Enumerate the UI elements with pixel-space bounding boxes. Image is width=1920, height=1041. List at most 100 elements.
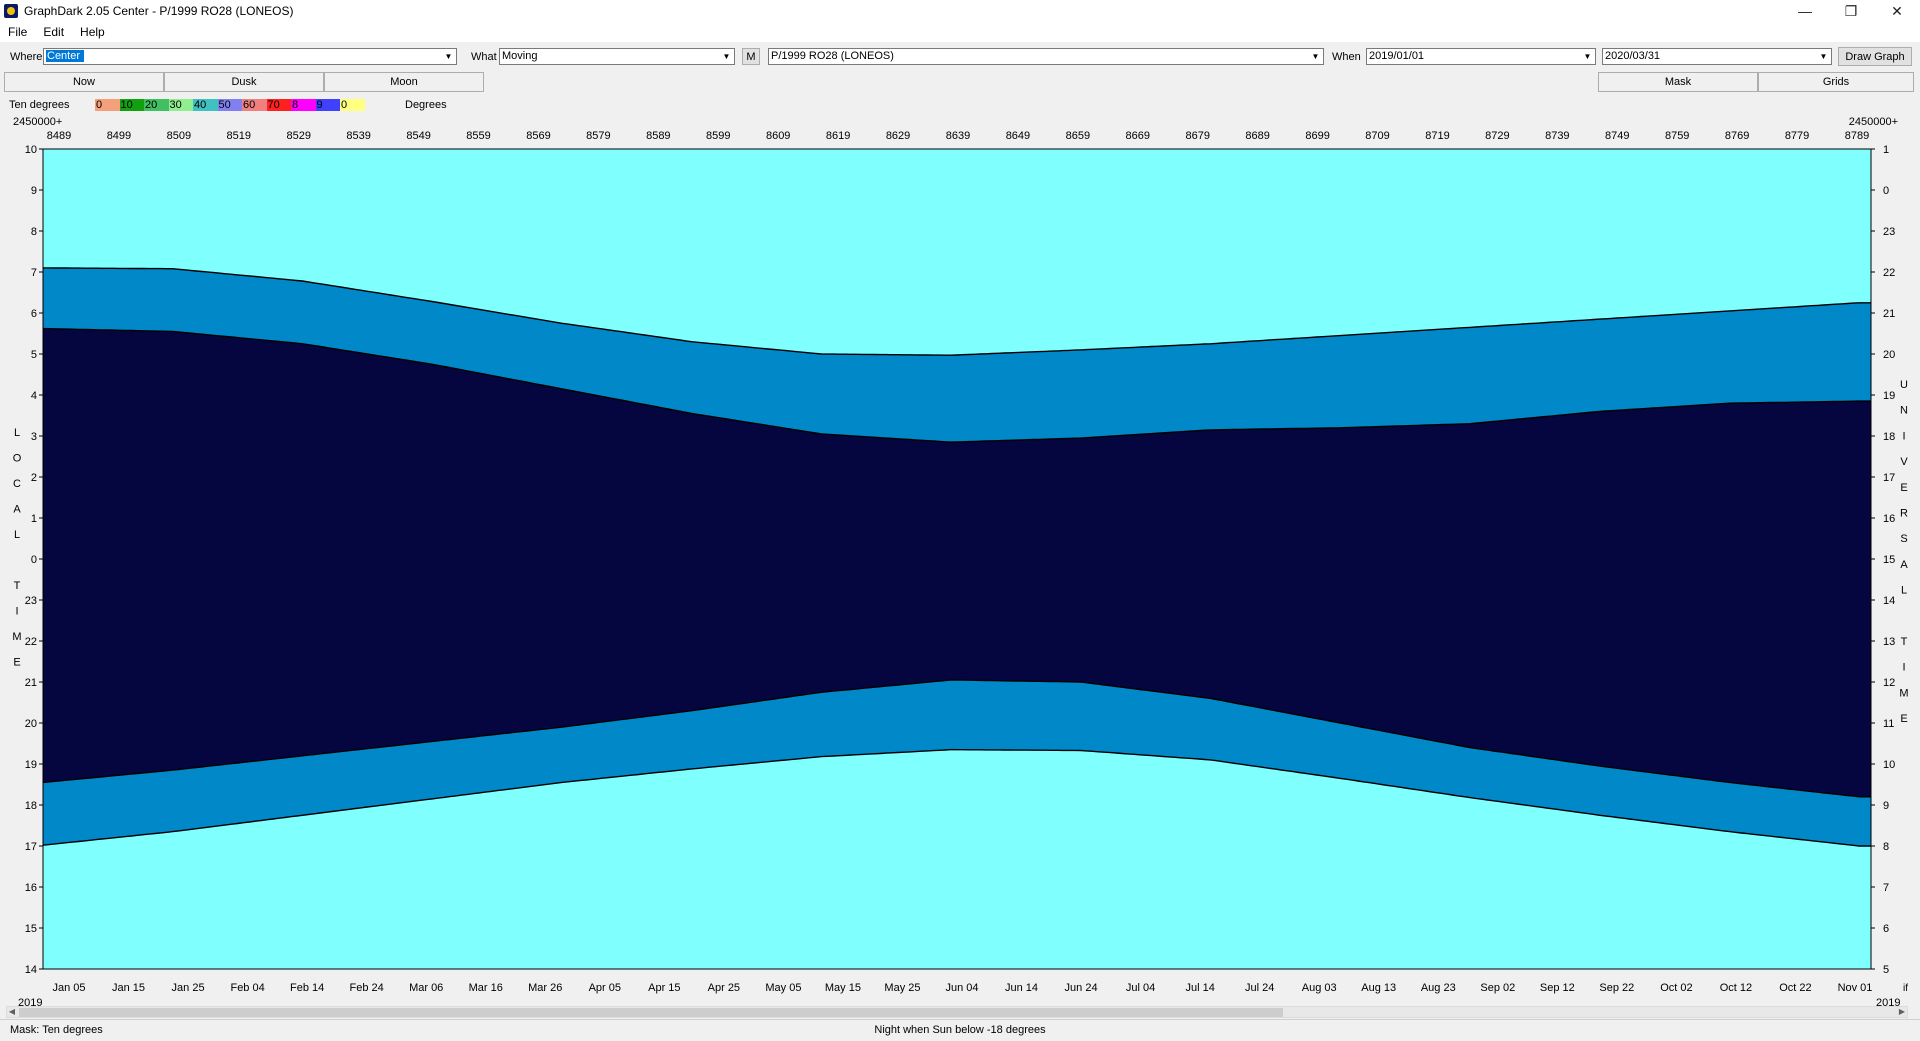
start-date-value: 2019/01/01: [1369, 50, 1425, 62]
date-tick-label: Aug 23: [1421, 982, 1456, 994]
local-time-axis-letter: C: [13, 478, 21, 490]
local-time-tick: 23: [25, 595, 37, 607]
ut-axis-letter: V: [1900, 456, 1908, 468]
date-tick-label: Apr 25: [708, 982, 740, 994]
legend-stop: 70: [266, 99, 291, 111]
jd-tick-label: 8539: [346, 130, 370, 142]
local-time-tick: 5: [31, 349, 37, 361]
local-time-tick: 0: [31, 554, 37, 566]
end-date-select[interactable]: 2020/03/31 ▼: [1602, 48, 1832, 65]
ut-axis-letter: I: [1902, 430, 1905, 442]
scrollbar-thumb[interactable]: [19, 1008, 1283, 1017]
start-date-select[interactable]: 2019/01/01 ▼: [1366, 48, 1596, 65]
jd-tick-label: 8729: [1485, 130, 1509, 142]
universal-time-tick: 16: [1883, 513, 1895, 525]
ut-axis-letter: M: [1899, 687, 1908, 699]
grids-button[interactable]: Grids: [1758, 72, 1914, 92]
moon-button[interactable]: Moon: [324, 72, 484, 92]
visibility-graph: 8489 8499 8509 8519 8529 8539 8549 8559 8569 8579…: [0, 114, 1920, 1010]
local-time-tick: 4: [31, 390, 37, 402]
jd-tick-label: 8749: [1605, 130, 1629, 142]
jd-tick-label: 8719: [1425, 130, 1449, 142]
local-time-axis-letter: L: [14, 529, 20, 541]
draw-graph-button[interactable]: Draw Graph: [1838, 47, 1912, 66]
date-tick-label: Jun 04: [945, 982, 978, 994]
local-time-axis-letter: T: [14, 580, 21, 592]
date-tick-label: May 25: [884, 982, 920, 994]
local-time-tick: 18: [25, 800, 37, 812]
app-icon: [4, 4, 18, 18]
local-time-tick: 20: [25, 718, 37, 730]
chevron-down-icon[interactable]: ▼: [1580, 49, 1595, 64]
ut-axis-letter: A: [1900, 559, 1908, 571]
menu-file[interactable]: File: [0, 25, 35, 39]
chevron-down-icon[interactable]: ▼: [1816, 49, 1831, 64]
local-time-axis-letter: O: [13, 453, 22, 465]
universal-time-tick: 0: [1883, 185, 1889, 197]
universal-time-tick: 11: [1883, 718, 1894, 730]
legend-label: Ten degrees: [9, 99, 70, 111]
universal-time-tick: 6: [1883, 923, 1889, 935]
status-bar: Mask: Ten degrees Night when Sun below -…: [0, 1019, 1920, 1041]
jd-tick-label: 8559: [466, 130, 490, 142]
jd-tick-label: 8499: [107, 130, 131, 142]
where-value: Center: [46, 50, 85, 62]
jd-tick-label: 8569: [526, 130, 550, 142]
legend-stop: 8: [291, 99, 316, 111]
chevron-down-icon[interactable]: ▼: [1308, 49, 1323, 64]
m-button[interactable]: M: [742, 48, 760, 65]
universal-time-tick: 13: [1883, 636, 1895, 648]
legend-stop: 0: [95, 99, 120, 111]
date-tick-label: Feb 14: [290, 982, 324, 994]
universal-time-tick: 14: [1883, 595, 1895, 607]
universal-time-tick: 19: [1883, 390, 1895, 402]
local-time-tick: 21: [25, 677, 37, 689]
chevron-down-icon[interactable]: ▼: [441, 49, 456, 64]
jd-tick-label: 8789: [1845, 130, 1869, 142]
universal-time-tick: 7: [1883, 882, 1889, 894]
legend-stop: 10: [119, 99, 144, 111]
date-tick-label: Jan 15: [112, 982, 145, 994]
legend-units: Degrees: [405, 99, 447, 111]
scroll-right-icon[interactable]: ▶: [1897, 1007, 1907, 1017]
date-tick-label: Sep 12: [1540, 982, 1575, 994]
jd-tick-label: 8679: [1185, 130, 1209, 142]
jd-tick-label: 8529: [286, 130, 310, 142]
jd-tick-label: 8699: [1305, 130, 1329, 142]
menu-help[interactable]: Help: [72, 25, 113, 39]
universal-time-tick: 17: [1883, 472, 1895, 484]
close-button[interactable]: ✕: [1874, 0, 1920, 22]
universal-time-tick: 20: [1883, 349, 1895, 361]
where-select[interactable]: Center ▼: [43, 48, 457, 65]
object-select[interactable]: P/1999 RO28 (LONEOS) ▼: [768, 48, 1324, 65]
mask-button[interactable]: Mask: [1598, 72, 1758, 92]
scroll-left-icon[interactable]: ◀: [7, 1007, 17, 1017]
date-tick-label: Oct 22: [1779, 982, 1811, 994]
what-select[interactable]: Moving ▼: [499, 48, 735, 65]
restore-button[interactable]: ❐: [1828, 0, 1874, 22]
universal-time-tick: 21: [1883, 308, 1895, 320]
local-time-tick: 3: [31, 431, 37, 443]
date-tick-label: Jan 05: [52, 982, 85, 994]
jd-tick-label: 8659: [1066, 130, 1090, 142]
chevron-down-icon[interactable]: ▼: [719, 49, 734, 64]
jd-tick-label: 8669: [1126, 130, 1150, 142]
date-tick-label: Jun 24: [1065, 982, 1098, 994]
now-button[interactable]: Now: [4, 72, 164, 92]
date-tick-label: Mar 26: [528, 982, 562, 994]
dusk-button[interactable]: Dusk: [164, 72, 324, 92]
minimize-button[interactable]: —: [1782, 0, 1828, 22]
menu-edit[interactable]: Edit: [35, 25, 72, 39]
jd-tick-label: 8769: [1725, 130, 1749, 142]
legend-stop: 60: [242, 99, 267, 111]
window-title: GraphDark 2.05 Center - P/1999 RO28 (LON…: [24, 4, 294, 18]
date-tick-label: May 15: [825, 982, 861, 994]
local-time-tick: 7: [31, 267, 37, 279]
what-value: Moving: [502, 50, 538, 62]
jd-tick-label: 8689: [1245, 130, 1269, 142]
jd-tick-label: 8619: [826, 130, 850, 142]
menu-bar: File Edit Help: [0, 22, 1920, 42]
jd-tick-label: 8639: [946, 130, 970, 142]
horizontal-scrollbar[interactable]: ◀ ▶: [6, 1006, 1908, 1018]
date-tick-label: Jan 25: [172, 982, 205, 994]
